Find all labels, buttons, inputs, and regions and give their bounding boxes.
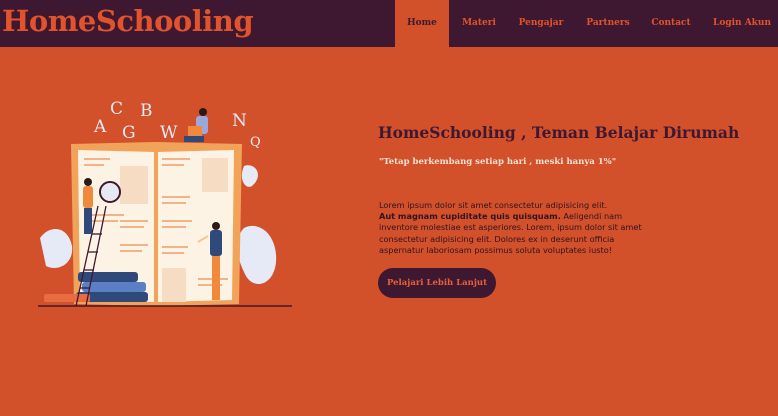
book-flat-icon	[44, 294, 90, 302]
nav-pengajar[interactable]: Pengajar	[514, 0, 568, 47]
letter-n: N	[232, 111, 247, 131]
brand-logo[interactable]: HomeSchooling	[2, 4, 254, 38]
person-laptop-icon	[184, 108, 208, 142]
letter-g: G	[122, 123, 136, 143]
letter-c: C	[110, 99, 123, 119]
top-navbar: HomeSchooling Home Materi Pengajar Partn…	[0, 0, 778, 47]
nav-partners[interactable]: Partners	[581, 0, 635, 47]
letter-b: B	[140, 101, 153, 121]
book-stack-1	[78, 272, 138, 282]
floating-letters: A C B G W N Q	[93, 99, 261, 150]
leaf-right-icon	[237, 225, 277, 285]
hero-body-intro: Lorem ipsum dolor sit amet consectetur a…	[379, 200, 608, 210]
nav-contact[interactable]: Contact	[645, 0, 697, 47]
letter-q: Q	[250, 135, 261, 150]
leaf-left-icon	[40, 228, 73, 268]
book-stack-2	[82, 282, 146, 292]
learn-more-button[interactable]: Pelajari Lebih Lanjut	[378, 268, 496, 298]
hero-description: Lorem ipsum dolor sit amet consectetur a…	[379, 200, 651, 256]
book-learning-illustration: A C B G W N Q	[38, 99, 292, 307]
hero-title: HomeSchooling , Teman Belajar Dirumah	[378, 123, 740, 142]
leaf-small-icon	[241, 165, 258, 187]
letter-w: W	[160, 123, 178, 143]
hero-body-bold: Aut magnam cupiditate quis quisquam.	[379, 211, 561, 222]
nav-login[interactable]: Login Akun	[710, 0, 774, 47]
letter-a: A	[93, 117, 107, 137]
hero-quote: "Tetap berkembang setiap hari , meski ha…	[379, 157, 617, 167]
nav-home[interactable]: Home	[395, 0, 449, 47]
nav-materi[interactable]: Materi	[453, 0, 505, 47]
